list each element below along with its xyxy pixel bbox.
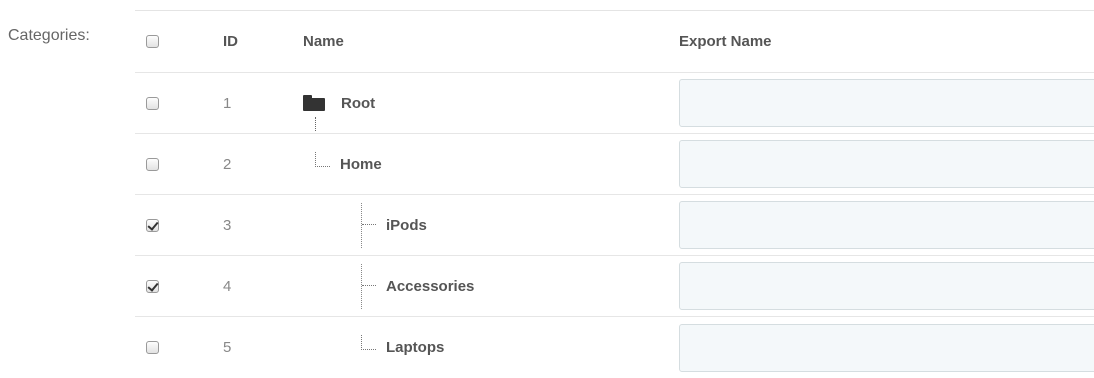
folder-icon: [303, 95, 325, 111]
select-all-checkbox[interactable]: [146, 35, 159, 48]
row-id: 4: [223, 277, 232, 295]
categories-tree-table: ID Name Export Name 1 Root 2 Home 3 iPod…: [135, 10, 1094, 378]
column-header-name: Name: [303, 33, 344, 50]
tree-connector: [361, 335, 376, 350]
tree-connector: [315, 117, 316, 131]
table-row: 1 Root: [135, 73, 1094, 134]
row-checkbox[interactable]: [146, 96, 159, 110]
table-header-row: ID Name Export Name: [135, 11, 1094, 73]
export-name-input[interactable]: [679, 201, 1094, 249]
row-id: 1: [223, 94, 232, 112]
row-id: 5: [223, 339, 232, 356]
category-name: Root: [341, 94, 376, 112]
category-name: iPods: [386, 216, 427, 234]
category-name: Accessories: [386, 277, 475, 295]
export-name-input[interactable]: [679, 79, 1094, 127]
tree-connector: [315, 151, 330, 167]
categories-label: Categories:: [8, 27, 90, 44]
column-header-id: ID: [223, 33, 238, 50]
table-row: 3 iPods: [135, 195, 1094, 256]
export-name-input[interactable]: [679, 262, 1094, 310]
tree-connector: [362, 223, 376, 225]
row-checkbox[interactable]: [146, 218, 159, 232]
row-id: 2: [223, 155, 232, 173]
row-id: 3: [223, 216, 232, 234]
export-name-input[interactable]: [679, 323, 1094, 372]
category-name: Laptops: [386, 339, 445, 356]
table-row: 2 Home: [135, 134, 1094, 195]
table-row: 4 Accessories: [135, 256, 1094, 317]
row-checkbox[interactable]: [146, 157, 159, 171]
row-checkbox[interactable]: [146, 279, 159, 293]
row-checkbox[interactable]: [146, 341, 159, 354]
tree-connector: [362, 284, 376, 286]
category-name: Home: [340, 155, 382, 173]
export-name-input[interactable]: [679, 140, 1094, 188]
column-header-export-name: Export Name: [679, 33, 772, 50]
